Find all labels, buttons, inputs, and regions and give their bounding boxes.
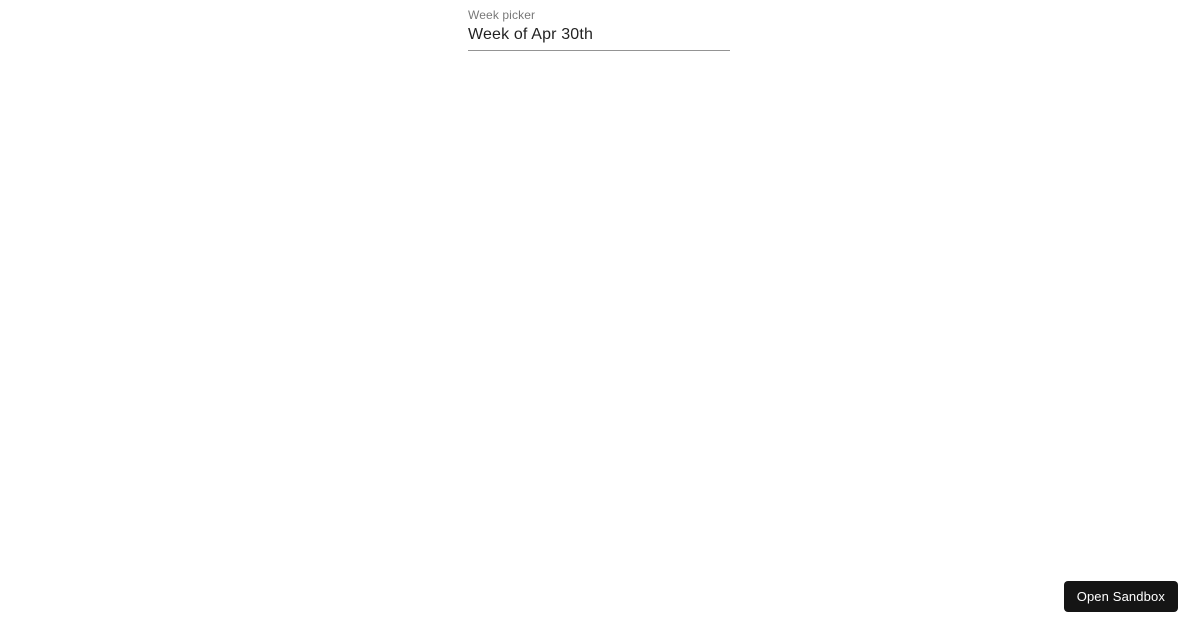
open-sandbox-button[interactable]: Open Sandbox (1064, 581, 1178, 612)
week-picker-input[interactable] (468, 26, 730, 44)
week-picker-input-wrap[interactable] (468, 26, 730, 51)
week-picker-label: Week picker (468, 8, 730, 22)
week-picker-field: Week picker (468, 8, 730, 51)
